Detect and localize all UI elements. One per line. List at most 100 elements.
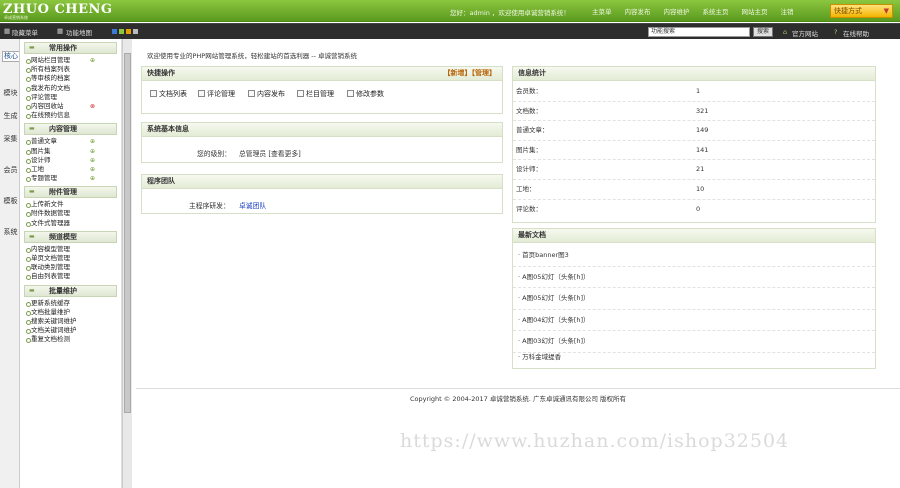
welcome-banner: 欢迎使用专业的PHP网站管理系统，轻松建站的首选利器 -- 卓诚营销系统 [147, 52, 358, 60]
watermark-text: https://www.huzhan.com/ishop32504 [400, 430, 790, 452]
nav-site-home[interactable]: 网站主页 [742, 6, 768, 16]
quick-shortcut-button[interactable]: 快捷方式 ▼ [830, 4, 893, 18]
quick-ops-panel: 快捷操作 【新增】【管理】 文档列表 评论管理 内容发布 栏目管理 修改参数 [141, 66, 503, 114]
tab-modules[interactable]: 模块 [3, 89, 18, 98]
tab-generate[interactable]: 生成 [3, 112, 18, 121]
sidebar-item[interactable]: 重复文档检测 [20, 335, 121, 344]
sidebar-item[interactable]: 专题管理 ⊕ [20, 174, 121, 183]
panel-title: 最新文档 [518, 231, 546, 239]
sidebar-group-title[interactable]: 内容管理 [24, 123, 117, 136]
add-manage-links[interactable]: 【新增】【管理】 [444, 67, 497, 80]
sidebar-scrollbar[interactable] [122, 39, 132, 488]
sidebar-item-label: 文档关键词维护 [31, 326, 77, 335]
official-site-link[interactable]: 官方网站 [792, 28, 818, 38]
sidebar-group-title[interactable]: 附件管理 [24, 186, 117, 199]
stat-row: 文档数： 321 [513, 102, 875, 122]
sidebar-item-label: 所有档案列表 [31, 65, 70, 74]
skin-color-swatch[interactable] [133, 29, 138, 34]
quick-comments[interactable]: 评论管理 [198, 89, 235, 99]
top-navigation: 主菜单 内容发布 内容维护 系统主页 网站主页 注销 [592, 6, 794, 16]
grid-icon: ▦ [4, 27, 11, 35]
sidebar-item[interactable]: 工地 ⊕ [20, 165, 121, 174]
basic-info-panel: 系统基本信息 您的级别： 总管理员 [查看更多] [141, 122, 503, 163]
latest-doc-link[interactable]: · A图05幻灯（头条[h]） [513, 288, 875, 310]
nav-logout[interactable]: 注销 [781, 6, 794, 16]
sidebar-item[interactable]: 文件式管理器 [20, 219, 121, 228]
sidebar-item-label: 图片集 [31, 146, 51, 155]
add-icon[interactable]: ⊕ [90, 156, 95, 165]
quick-settings[interactable]: 修改参数 [347, 89, 384, 99]
tab-templates[interactable]: 模板 [3, 197, 18, 206]
sidebar-item[interactable]: 在线预约信息 [20, 111, 121, 120]
add-icon[interactable]: ⊕ [90, 147, 95, 156]
panel-title: 信息统计 [518, 69, 546, 77]
user-level-value[interactable]: 总管理员 [查看更多] [239, 148, 301, 158]
sidebar-item-label: 普通文章 [31, 137, 57, 146]
panel-title: 快捷操作 [147, 69, 175, 77]
sidebar-item[interactable]: 普通文章 ⊕ [20, 137, 121, 146]
nav-publish[interactable]: 内容发布 [625, 6, 651, 16]
stats-panel: 信息统计 会员数： 1 文档数： 321 普通文章： 149 图片集： 141 设计师：… [512, 66, 876, 223]
hide-menu-button[interactable]: 隐藏菜单 [12, 27, 38, 37]
panel-header: 信息统计 [513, 67, 875, 81]
sidebar-item[interactable]: 内容回收站 ⊗ [20, 102, 121, 111]
team-panel: 程序团队 主程序研发： 卓诚团队 [141, 174, 503, 214]
top-header: ZHUO CHENG 卓成营销系统 您好：admin ，欢迎使用卓诚营销系统！ … [0, 0, 900, 22]
sidebar-item[interactable]: 等审核的档案 [20, 74, 121, 83]
add-icon[interactable]: ⊕ [90, 174, 95, 183]
footer-copyright: Copyright © 2004-2017 卓诚营销系统. 广东卓诚通讯有限公司… [136, 388, 900, 403]
sidebar-item[interactable]: 图片集 ⊕ [20, 147, 121, 156]
quick-doc-list[interactable]: 文档列表 [150, 89, 187, 99]
skin-color-swatch[interactable] [112, 29, 117, 34]
chevron-down-icon: ▼ [883, 7, 889, 15]
sidebar-item[interactable]: 自由列表管理 [20, 272, 121, 281]
sidebar-item[interactable]: 文档关键词维护 [20, 326, 121, 335]
stat-row: 评论数： 0 [516, 204, 701, 213]
latest-doc-link[interactable]: · 首页banner图3 [513, 245, 875, 267]
main-content: 欢迎使用专业的PHP网站管理系统，轻松建站的首选利器 -- 卓诚营销系统 快捷操… [136, 42, 900, 488]
sidebar-item[interactable]: 设计师 ⊕ [20, 156, 121, 165]
quick-publish[interactable]: 内容发布 [248, 89, 285, 99]
clear-icon[interactable]: ⊗ [90, 102, 95, 111]
sidebar-item[interactable]: 所有档案列表 [20, 65, 121, 74]
tab-core[interactable]: 核心 [2, 51, 19, 62]
sidebar-item[interactable]: 单页文档管理 [20, 254, 121, 263]
folder-icon [297, 90, 304, 97]
sidebar-item[interactable]: 更新系统缓存 [20, 299, 121, 308]
nav-system-home[interactable]: 系统主页 [703, 6, 729, 16]
sidebar-item[interactable]: 我发布的文档 [20, 84, 121, 93]
quick-columns[interactable]: 栏目管理 [297, 89, 334, 99]
sidebar-item[interactable]: 内容模型管理 [20, 245, 121, 254]
skin-color-swatch[interactable] [119, 29, 124, 34]
tab-system[interactable]: 系统 [3, 228, 18, 237]
sidebar-item[interactable]: 附件数据管理 [20, 209, 121, 218]
nav-main-menu[interactable]: 主菜单 [592, 6, 612, 16]
sidebar-group-title[interactable]: 批量维护 [24, 284, 117, 297]
sidebar-item[interactable]: 评论管理 [20, 93, 121, 102]
sidebar-item[interactable]: 文档批量维护 [20, 308, 121, 317]
tab-members[interactable]: 会员 [3, 166, 18, 175]
online-help-link[interactable]: 在线帮助 [843, 28, 869, 38]
quick-shortcut-label: 快捷方式 [834, 7, 862, 15]
site-map-button[interactable]: 功能地图 [66, 27, 92, 37]
developer-link[interactable]: 卓诚团队 [239, 200, 266, 210]
search-button[interactable]: 搜索 [753, 27, 773, 37]
add-icon[interactable]: ⊕ [90, 137, 95, 146]
sidebar-group-title[interactable]: 常用操作 [24, 42, 117, 54]
scrollbar-thumb[interactable] [124, 53, 131, 413]
sidebar-item[interactable]: 搜索关键词维护 [20, 317, 121, 326]
function-search-input[interactable]: 功能搜索 [648, 27, 750, 37]
tab-collect[interactable]: 采集 [3, 135, 18, 144]
sidebar-item[interactable]: 联动类别管理 [20, 263, 121, 272]
skin-color-swatch[interactable] [126, 29, 131, 34]
add-icon[interactable]: ⊕ [90, 56, 95, 65]
sidebar-item[interactable]: 网站栏目管理 ⊕ [20, 56, 121, 65]
latest-doc-link[interactable]: · A图05幻灯（头条[h]） [513, 267, 875, 288]
latest-doc-link[interactable]: · A图04幻灯（头条[h]） [513, 310, 875, 331]
sidebar-item-label: 联动类别管理 [31, 263, 70, 272]
add-icon[interactable]: ⊕ [90, 165, 95, 174]
nav-maintenance[interactable]: 内容维护 [664, 6, 690, 16]
sidebar-group-title[interactable]: 频道模型 [24, 230, 117, 243]
home-icon: ⌂ [783, 28, 788, 36]
latest-doc-link[interactable]: · 万科金域缇香 [513, 347, 875, 369]
